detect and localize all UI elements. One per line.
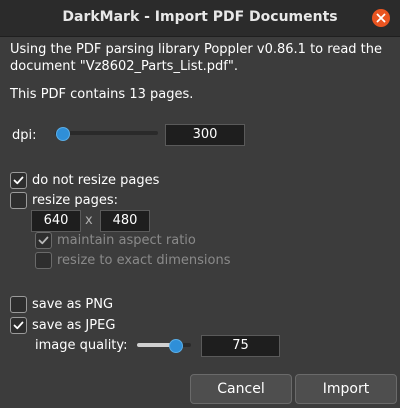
image-quality-slider[interactable] xyxy=(137,343,191,347)
maintain-aspect-label: maintain aspect ratio xyxy=(57,233,196,248)
cancel-button[interactable]: Cancel xyxy=(190,374,292,404)
save-png-option[interactable]: save as PNG xyxy=(10,296,113,313)
title-bar: DarkMark - Import PDF Documents xyxy=(0,0,400,37)
do-not-resize-label: do not resize pages xyxy=(32,173,160,188)
page-count-text: This PDF contains 13 pages. xyxy=(10,87,194,102)
do-not-resize-checkbox[interactable] xyxy=(10,172,27,189)
save-jpeg-checkbox[interactable] xyxy=(10,317,27,334)
exact-dimensions-checkbox[interactable] xyxy=(35,252,52,269)
window-title: DarkMark - Import PDF Documents xyxy=(62,9,338,25)
maintain-aspect-checkbox[interactable] xyxy=(35,232,52,249)
maintain-aspect-option[interactable]: maintain aspect ratio xyxy=(35,232,196,249)
save-png-checkbox[interactable] xyxy=(10,296,27,313)
dpi-slider-handle[interactable] xyxy=(55,127,70,141)
intro-line-2: document "Vz8602_Parts_List.pdf". xyxy=(10,59,238,74)
import-button[interactable]: Import xyxy=(295,374,397,404)
checkmark-icon xyxy=(38,236,49,245)
checkmark-icon xyxy=(13,176,24,185)
save-jpeg-option[interactable]: save as JPEG xyxy=(10,317,115,334)
image-quality-slider-handle[interactable] xyxy=(168,339,183,353)
resize-pages-label: resize pages: xyxy=(32,193,119,208)
resize-pages-checkbox[interactable] xyxy=(10,192,27,209)
intro-line-1: Using the PDF parsing library Poppler v0… xyxy=(10,42,382,57)
dpi-label: dpi: xyxy=(12,128,37,143)
close-icon xyxy=(376,13,386,23)
image-quality-input[interactable]: 75 xyxy=(201,335,280,357)
dpi-slider[interactable] xyxy=(55,131,158,135)
save-png-label: save as PNG xyxy=(32,297,114,312)
close-button[interactable] xyxy=(372,9,390,27)
intro-text: Using the PDF parsing library Poppler v0… xyxy=(10,41,390,75)
resize-width-input[interactable]: 640 xyxy=(31,210,81,232)
save-jpeg-label: save as JPEG xyxy=(32,318,116,333)
exact-dimensions-label: resize to exact dimensions xyxy=(57,253,231,268)
dpi-input[interactable]: 300 xyxy=(165,124,245,146)
resize-pages-option[interactable]: resize pages: xyxy=(10,192,118,209)
resize-height-input[interactable]: 480 xyxy=(100,210,150,232)
checkmark-icon xyxy=(13,321,24,330)
exact-dimensions-option[interactable]: resize to exact dimensions xyxy=(35,252,231,269)
do-not-resize-option[interactable]: do not resize pages xyxy=(10,172,159,189)
dimension-separator: x xyxy=(85,213,93,228)
image-quality-label: image quality: xyxy=(35,338,128,353)
